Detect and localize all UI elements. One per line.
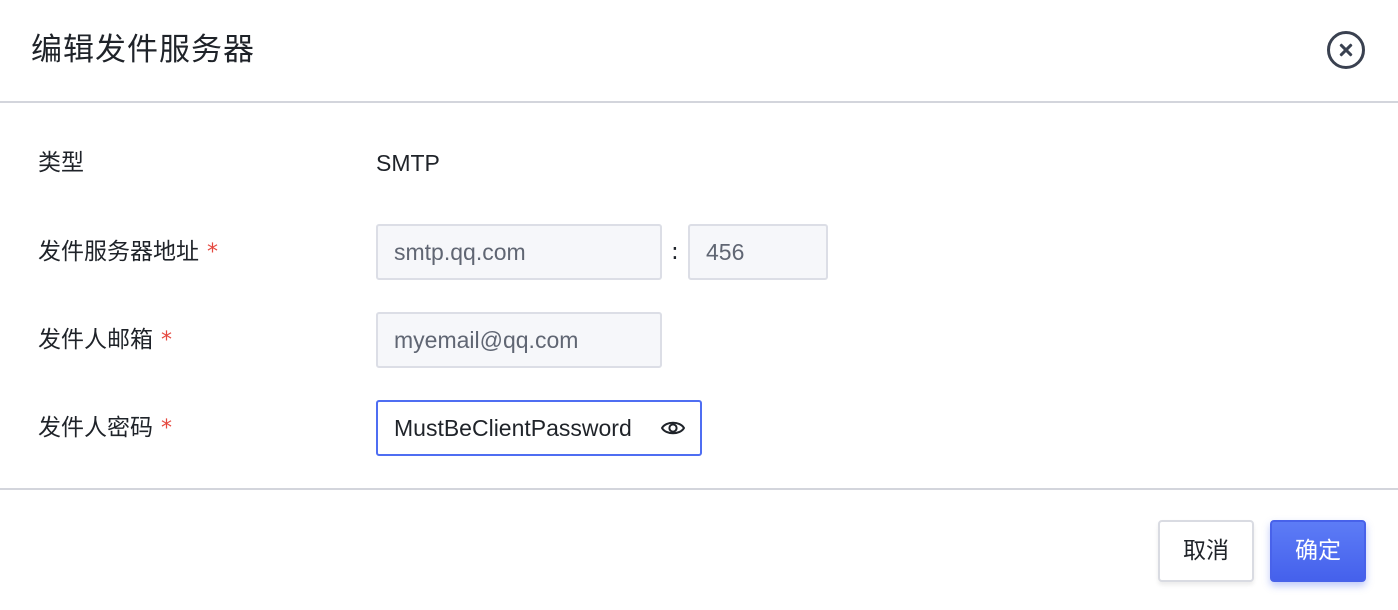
type-value: SMTP <box>376 150 440 176</box>
sender-email-label: 发件人邮箱 * <box>38 325 172 356</box>
host-port-separator: : <box>671 239 679 265</box>
edit-mail-server-dialog: 编辑发件服务器 类型 SMTP 发件服务器地址 * smtp.qq.com : 4… <box>0 0 1398 610</box>
eye-icon[interactable] <box>660 417 686 439</box>
required-mark: * <box>161 328 172 353</box>
sender-password-label: 发件人密码 * <box>38 413 172 444</box>
server-address-label-text: 发件服务器地址 <box>38 239 199 265</box>
sender-email-input[interactable]: myemail@qq.com <box>376 312 662 368</box>
cancel-button[interactable]: 取消 <box>1158 520 1254 582</box>
sender-email-label-text: 发件人邮箱 <box>38 327 153 353</box>
dialog-header: 编辑发件服务器 <box>0 0 1398 103</box>
dialog-title: 编辑发件服务器 <box>31 32 255 68</box>
close-icon[interactable] <box>1327 31 1365 69</box>
server-address-label: 发件服务器地址 * <box>38 237 218 268</box>
confirm-button[interactable]: 确定 <box>1270 520 1366 582</box>
sender-password-value: MustBeClientPassword <box>394 415 632 441</box>
required-mark: * <box>161 416 172 441</box>
server-host-input[interactable]: smtp.qq.com <box>376 224 662 280</box>
type-label-text: 类型 <box>38 150 84 176</box>
server-port-input[interactable]: 456 <box>688 224 828 280</box>
footer-divider <box>0 488 1398 490</box>
sender-password-input[interactable]: MustBeClientPassword <box>376 400 702 456</box>
sender-password-label-text: 发件人密码 <box>38 415 153 441</box>
type-label: 类型 <box>38 148 84 178</box>
required-mark: * <box>207 240 218 265</box>
